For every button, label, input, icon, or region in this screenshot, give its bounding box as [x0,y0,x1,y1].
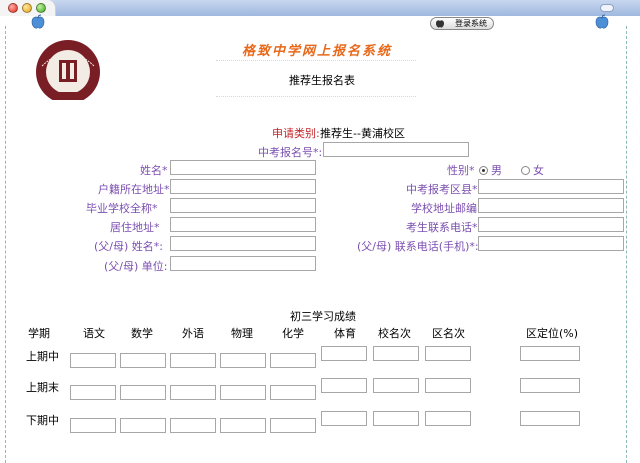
grade-input[interactable] [170,353,216,368]
grade-input[interactable] [270,385,316,400]
column-header: 校名次 [378,327,411,340]
school-name-label: 毕业学校全称* [86,202,158,215]
school-logo [32,36,206,100]
parent-work-label: (父/母) 单位: [104,260,168,273]
grade-input[interactable] [425,411,471,426]
browser-window: 登录系统 格致中学网上报名系统 推荐生报名表 申请类别: 推荐生--黄浦校区 中… [0,0,640,463]
grade-input[interactable] [425,378,471,393]
grade-input[interactable] [270,418,316,433]
window-controls-area [0,0,56,16]
row-header: 下期中 [26,414,59,427]
school-zip-input[interactable] [478,198,624,213]
gender-male-radio[interactable]: 男 [479,162,502,178]
school-name-input[interactable] [170,198,316,213]
radio-selected-icon [479,166,488,175]
gender-female-radio[interactable]: 女 [521,162,544,178]
column-header: 学期 [28,327,50,340]
exam-number-input[interactable] [323,142,469,157]
grade-input[interactable] [425,346,471,361]
exam-number-label: 中考报名号*: [258,146,323,159]
grade-input[interactable] [120,385,166,400]
parent-work-input[interactable] [170,256,316,271]
exam-district-label: 中考报考区县* [406,183,478,196]
column-header: 语文 [83,327,105,340]
grade-input[interactable] [220,385,266,400]
parent-name-input[interactable] [170,236,316,251]
row-header: 上期末 [26,381,59,394]
grade-input[interactable] [373,411,419,426]
grade-input[interactable] [120,418,166,433]
column-header: 数学 [131,327,153,340]
grade-input[interactable] [170,418,216,433]
registration-page: 格致中学网上报名系统 推荐生报名表 申请类别: 推荐生--黄浦校区 中考报名号*… [5,26,627,463]
grade-input[interactable] [321,411,367,426]
minimize-window-button[interactable] [22,3,32,13]
hukou-address-label: 户籍所在地址* [98,183,170,196]
grade-input[interactable] [373,346,419,361]
grade-input[interactable] [170,385,216,400]
grade-input[interactable] [120,353,166,368]
grade-input[interactable] [270,353,316,368]
residence-label: 居住地址* [110,221,160,234]
window-titlebar [0,0,640,16]
grade-input[interactable] [520,411,580,426]
category-value: 推荐生--黄浦校区 [320,127,405,140]
parent-phone-input[interactable] [478,236,624,251]
column-header: 区定位(%) [526,327,579,340]
student-phone-label: 考生联系电话* [406,221,478,234]
grade-input[interactable] [220,353,266,368]
radio-empty-icon [521,166,530,175]
row-header: 上期中 [26,350,59,363]
grade-input[interactable] [520,378,580,393]
grade-input[interactable] [520,346,580,361]
parent-name-label: (父/母) 姓名*: [94,240,163,253]
student-phone-input[interactable] [478,217,624,232]
grade-input[interactable] [321,346,367,361]
form-title: 推荐生报名表 [289,74,355,87]
exam-district-input[interactable] [478,179,624,194]
toolbar-toggle-button[interactable] [600,4,614,12]
divider [216,96,416,97]
zoom-window-button[interactable] [36,3,46,13]
grade-input[interactable] [70,353,116,368]
name-label: 姓名* [140,164,168,177]
column-header: 化学 [282,327,304,340]
close-window-button[interactable] [8,3,18,13]
grades-title: 初三学习成绩 [290,310,356,323]
grade-input[interactable] [70,385,116,400]
grade-input[interactable] [373,378,419,393]
column-header: 体育 [334,327,356,340]
column-header: 外语 [182,327,204,340]
column-header: 物理 [231,327,253,340]
grade-input[interactable] [70,418,116,433]
residence-input[interactable] [170,217,316,232]
system-title: 格致中学网上报名系统 [242,44,393,59]
divider [216,60,416,61]
name-input[interactable] [170,160,316,175]
school-zip-label: 学校地址邮编 [411,202,477,215]
gender-label: 性别* [447,164,475,177]
category-label: 申请类别: [272,127,320,140]
column-header: 区名次 [432,327,465,340]
parent-phone-label: (父/母) 联系电话(手机)*: [357,240,479,253]
hukou-address-input[interactable] [170,179,316,194]
grade-input[interactable] [321,378,367,393]
grade-input[interactable] [220,418,266,433]
